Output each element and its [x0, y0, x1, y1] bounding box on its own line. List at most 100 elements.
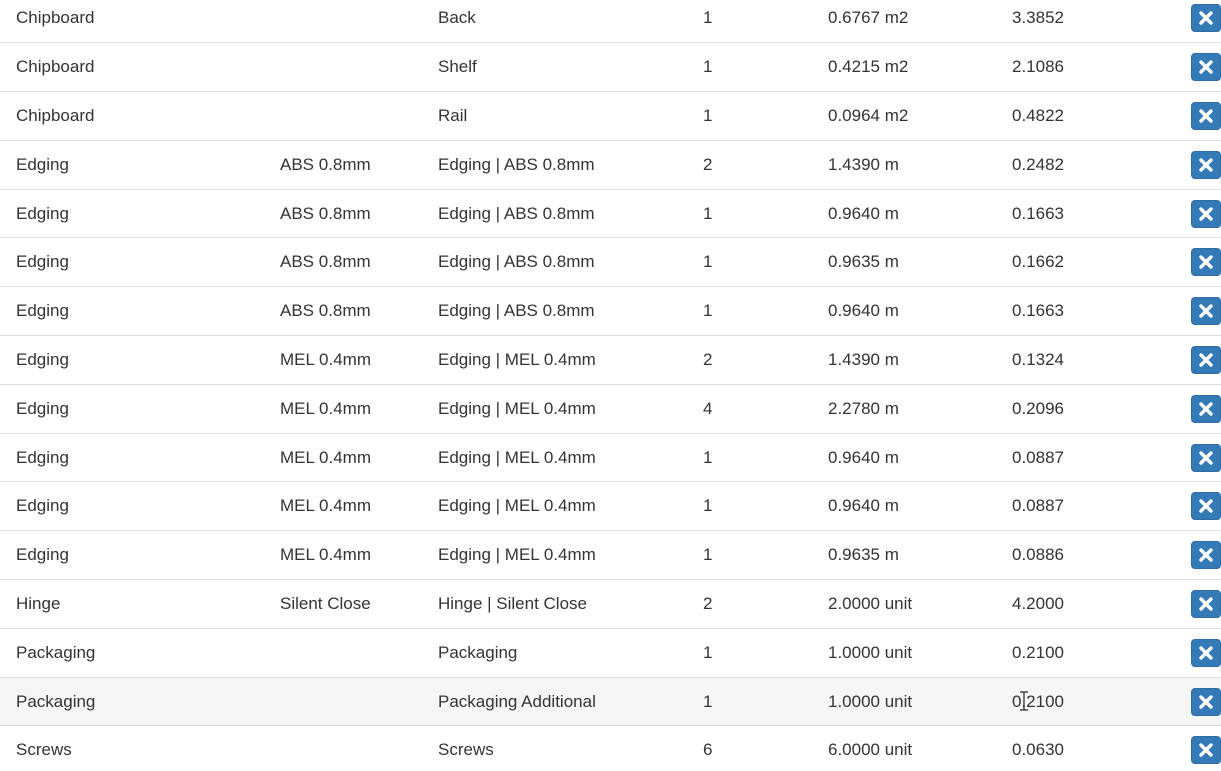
description-cell: Screws [422, 726, 686, 771]
remove-row-button[interactable] [1191, 394, 1221, 423]
category-text: Packaging [16, 691, 96, 711]
variant-cell [264, 677, 422, 726]
table-row: Chipboard Rail 1 0.0964 m2 0.4822 [0, 92, 1221, 141]
price-cell: 0.0886 [996, 531, 1166, 580]
category-text: Edging [16, 496, 69, 516]
action-cell [1166, 189, 1221, 238]
price-cell: 4.2000 [996, 580, 1166, 629]
description-text: Back [438, 8, 476, 28]
variant-cell: ABS 0.8mm [264, 189, 422, 238]
action-cell [1166, 628, 1221, 677]
remove-row-button[interactable] [1191, 736, 1221, 765]
table-row: Edging MEL 0.4mm Edging | MEL 0.4mm 2 1.… [0, 336, 1221, 385]
price-text: 0.1662 [1012, 252, 1064, 272]
variant-cell: MEL 0.4mm [264, 482, 422, 531]
price-cell: 0.2096 [996, 384, 1166, 433]
quantity-text: 1 [703, 57, 713, 77]
quantity-cell: 1 [686, 482, 812, 531]
description-text: Shelf [438, 57, 477, 77]
description-text: Packaging Additional [438, 691, 596, 711]
description-cell: Edging | ABS 0.8mm [422, 189, 686, 238]
category-text: Packaging [16, 642, 96, 662]
quantity-text: 1 [703, 447, 713, 467]
variant-text: MEL 0.4mm [280, 398, 372, 418]
category-cell: Screws [0, 726, 264, 771]
description-text: Edging | MEL 0.4mm [438, 349, 596, 369]
quantity-text: 2 [703, 154, 713, 174]
remove-row-button[interactable] [1191, 150, 1221, 179]
materials-table: Chipboard Back 1 0.6767 m2 3.3852 Chipbo… [0, 0, 1221, 771]
remove-row-button[interactable] [1191, 4, 1221, 33]
remove-row-button[interactable] [1191, 687, 1221, 716]
description-text: Hinge | Silent Close [438, 593, 587, 613]
action-cell [1166, 238, 1221, 287]
description-cell: Edging | MEL 0.4mm [422, 384, 686, 433]
close-icon [1199, 255, 1213, 270]
table-row: Packaging Packaging Additional 1 1.0000 … [0, 677, 1221, 726]
amount-cell: 0.0964 m2 [812, 92, 996, 141]
amount-text: 0.9640 m [828, 496, 899, 516]
quantity-text: 1 [703, 301, 713, 321]
amount-cell: 2.0000 unit [812, 580, 996, 629]
description-cell: Edging | MEL 0.4mm [422, 531, 686, 580]
description-text: Packaging [438, 642, 518, 662]
price-text: 0.2096 [1012, 398, 1064, 418]
category-text: Edging [16, 154, 69, 174]
table-row: Edging ABS 0.8mm Edging | ABS 0.8mm 2 1.… [0, 140, 1221, 190]
table-row: Packaging Packaging 1 1.0000 unit 0.2100 [0, 628, 1221, 678]
variant-cell [264, 726, 422, 771]
category-text: Edging [16, 252, 69, 272]
remove-row-button[interactable] [1191, 297, 1221, 326]
variant-cell: MEL 0.4mm [264, 433, 422, 482]
quantity-cell: 1 [686, 238, 812, 287]
quantity-cell: 2 [686, 140, 812, 189]
amount-cell: 0.9640 m [812, 433, 996, 482]
close-icon [1199, 60, 1213, 74]
close-icon [1199, 304, 1213, 318]
quantity-cell: 1 [686, 43, 812, 92]
remove-row-button[interactable] [1191, 345, 1221, 374]
price-cell: 0.1663 [996, 189, 1166, 238]
amount-cell: 0.6767 m2 [812, 0, 996, 43]
remove-row-button[interactable] [1191, 443, 1221, 472]
price-cell: 0.2100 [996, 677, 1166, 726]
description-cell: Edging | MEL 0.4mm [422, 336, 686, 385]
remove-row-button[interactable] [1191, 53, 1221, 82]
price-cell: 0.1663 [996, 287, 1166, 336]
variant-cell [264, 628, 422, 677]
materials-table-body: Chipboard Back 1 0.6767 m2 3.3852 Chipbo… [0, 0, 1221, 771]
category-text: Screws [16, 740, 72, 760]
amount-cell: 0.9640 m [812, 189, 996, 238]
price-cell: 0.1662 [996, 238, 1166, 287]
close-icon [1199, 597, 1213, 611]
action-cell [1166, 43, 1221, 92]
category-cell: Packaging [0, 628, 264, 677]
remove-row-button[interactable] [1191, 101, 1221, 130]
category-text: Edging [16, 398, 69, 418]
remove-row-button[interactable] [1191, 541, 1221, 570]
action-cell [1166, 140, 1221, 189]
close-icon [1199, 548, 1213, 562]
description-cell: Rail [422, 92, 686, 141]
category-cell: Edging [0, 140, 264, 189]
variant-text: ABS 0.8mm [280, 203, 371, 223]
materials-table-container: Chipboard Back 1 0.6767 m2 3.3852 Chipbo… [0, 0, 1221, 771]
remove-row-button[interactable] [1191, 492, 1221, 521]
category-text: Edging [16, 545, 69, 565]
remove-row-button[interactable] [1191, 248, 1221, 277]
price-cell: 0.2482 [996, 140, 1166, 189]
table-row: Edging ABS 0.8mm Edging | ABS 0.8mm 1 0.… [0, 189, 1221, 238]
remove-row-button[interactable] [1191, 638, 1221, 667]
price-text: 4.2000 [1012, 593, 1064, 613]
close-icon [1199, 499, 1213, 514]
variant-cell: MEL 0.4mm [264, 336, 422, 385]
amount-text: 2.0000 unit [828, 593, 913, 613]
variant-text: MEL 0.4mm [280, 349, 372, 369]
close-icon [1199, 206, 1213, 221]
remove-row-button[interactable] [1191, 589, 1221, 618]
description-cell: Packaging [422, 628, 686, 677]
remove-row-button[interactable] [1191, 199, 1221, 228]
amount-text: 1.0000 unit [828, 642, 913, 662]
variant-cell: ABS 0.8mm [264, 287, 422, 336]
price-text: 0.0887 [1012, 447, 1064, 467]
